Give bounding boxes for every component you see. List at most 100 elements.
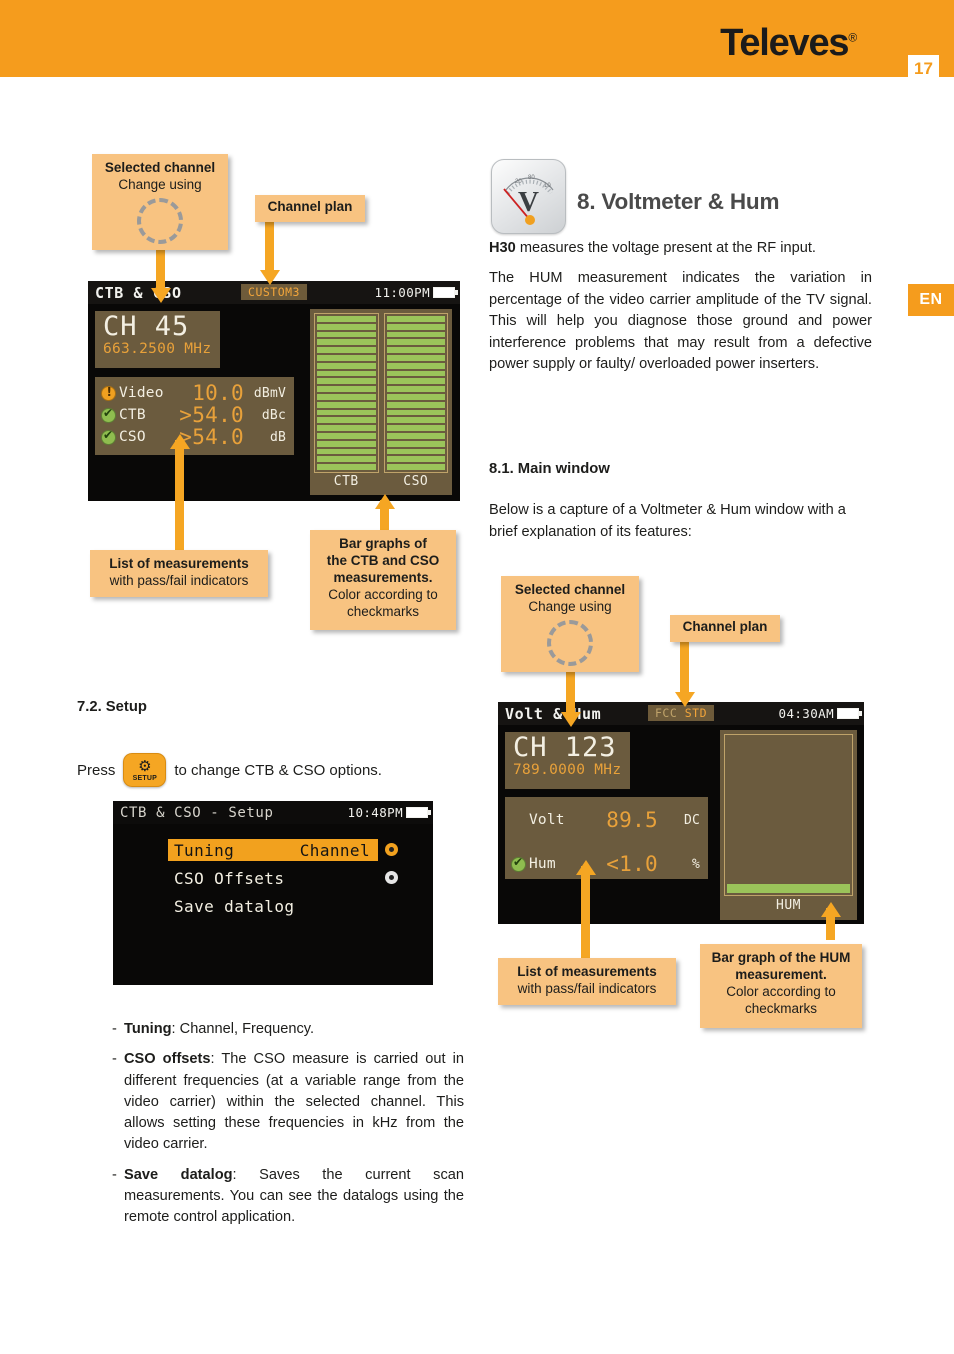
bar-segment <box>317 386 376 393</box>
bar-segment <box>386 323 445 330</box>
callout-channel-plan-left: Channel plan <box>255 195 365 222</box>
list-bullet-dash: - <box>112 1021 117 1037</box>
bar-columns <box>314 313 448 473</box>
bar-segment <box>386 433 445 439</box>
screen-topbar: CTB & CSO - Setup 10:48PM <box>113 801 433 824</box>
setup-key-label: SETUP <box>132 774 158 782</box>
page-title: 8. Voltmeter & Hum <box>577 189 780 214</box>
bar-column-ctb <box>314 313 379 473</box>
bar-segment <box>317 323 376 330</box>
paragraph-main-window: Below is a capture of a Voltmeter & Hum … <box>489 502 846 540</box>
menu-item-label: Tuning <box>174 840 235 860</box>
selected-channel-box[interactable]: CH 123 789.0000 MHz <box>505 732 630 789</box>
bar-segment <box>386 331 445 338</box>
callout-subtitle: with pass/fail indicators <box>109 572 249 588</box>
frequency-label: 663.2500 MHz <box>103 341 212 358</box>
bar-segment <box>386 456 445 463</box>
language-tab-en[interactable]: EN <box>908 284 954 316</box>
paragraph-intro-rest: measures the voltage present at the RF i… <box>515 240 816 256</box>
bar-segment <box>386 355 445 361</box>
callout-arrowhead-bar-right <box>821 902 841 917</box>
bar-label-cso: CSO <box>403 474 429 489</box>
menu-indicator-dot-cso-offsets <box>385 871 398 884</box>
brand-logo: Televes® <box>720 22 857 65</box>
list-bullet-dash: - <box>112 1051 117 1068</box>
callout-bar-graphs-left: Bar graphs of the CTB and CSO measuremen… <box>310 530 456 630</box>
channel-plan-fcc: FCC <box>655 706 678 720</box>
callout-list-of-measurements-left: List of measurements with pass/fail indi… <box>90 550 268 597</box>
hum-bar-fill <box>727 883 850 893</box>
callout-stem-channel-plan-right <box>680 642 689 694</box>
setup-after-text: to change CTB & CSO options. <box>174 761 382 779</box>
callout-subtitle: Change using <box>118 176 202 192</box>
measurement-unit: DC <box>683 812 700 828</box>
callout-selected-channel-right: Selected channel Change using <box>501 576 639 672</box>
callout-bar-graph-right: Bar graph of the HUM measurement. Color … <box>700 944 862 1028</box>
callout-line-5: checkmarks <box>346 603 419 619</box>
brand-logo-text: Televes <box>720 22 849 64</box>
measurement-unit: dB <box>269 429 286 445</box>
measurement-row: Volt 89.5 DC <box>511 805 700 835</box>
channel-plan-badge[interactable]: FCC STD <box>648 705 714 721</box>
battery-icon <box>433 287 458 298</box>
list-item-term: Tuning <box>124 1021 172 1037</box>
bar-segment <box>317 409 376 416</box>
channel-plan-badge[interactable]: CUSTOM3 <box>241 284 307 300</box>
setup-key-icon[interactable]: ⚙ SETUP <box>123 753 167 787</box>
measurement-list: Video 10.0 dBmV CTB >54.0 dBc CSO >54.0 … <box>95 377 294 455</box>
list-item: - CSO offsets: The CSO measure is carrie… <box>112 1049 464 1155</box>
clock: 04:30AM <box>778 706 834 721</box>
bar-segment <box>317 347 376 354</box>
callout-line-2: measurement. <box>735 966 827 982</box>
callout-stem-list-right <box>581 866 590 960</box>
svg-text:80: 80 <box>528 175 535 181</box>
heading-main-window: 8.1. Main window <box>489 461 610 477</box>
bar-label-ctb: CTB <box>333 474 359 489</box>
callout-subtitle: with pass/fail indicators <box>517 980 657 996</box>
callout-line-2: the CTB and CSO <box>326 552 440 568</box>
callout-arrowhead-selected-channel-left <box>151 288 171 303</box>
measurement-value: >54.0 <box>179 403 244 427</box>
warning-icon <box>101 385 116 401</box>
bar-segment <box>317 362 376 369</box>
check-icon <box>511 855 526 872</box>
bar-segment <box>386 401 445 408</box>
menu-item-label: Save datalog <box>174 896 295 916</box>
clock: 10:48PM <box>347 805 403 820</box>
bar-segment <box>386 386 445 393</box>
callout-arrowhead-bars-left <box>375 494 395 509</box>
callout-line-4: checkmarks <box>744 1000 817 1016</box>
callout-line-4: Color according to <box>328 586 438 602</box>
callout-channel-plan-right: Channel plan <box>670 615 780 642</box>
bar-segment <box>386 440 445 447</box>
menu-item-cso-offsets[interactable]: CSO Offsets <box>168 867 378 889</box>
paragraph-intro: H30 measures the voltage present at the … <box>489 238 872 260</box>
device-screen-setup: CTB & CSO - Setup 10:48PM Tuning Channel… <box>113 801 433 985</box>
battery-icon <box>406 807 431 818</box>
hum-bar-frame <box>724 734 853 896</box>
gear-icon: ⚙ <box>138 756 152 775</box>
measurement-list: Volt 89.5 DC Hum <1.0 % <box>505 797 708 879</box>
callout-arrowhead-channel-plan-left <box>260 270 280 285</box>
bar-segment <box>386 464 445 470</box>
callout-arrowhead-list-left <box>170 434 190 449</box>
voltmeter-icon: 20 80 10 V <box>491 159 566 234</box>
bar-segment <box>386 347 445 354</box>
callout-selected-channel-left: Selected channel Change using <box>92 154 228 250</box>
measurement-label: CTB <box>119 407 146 423</box>
svg-text:20: 20 <box>515 179 522 185</box>
bar-segment <box>317 331 376 338</box>
bar-segment <box>386 425 445 432</box>
bar-segment <box>317 339 376 346</box>
menu-item-save-datalog[interactable]: Save datalog <box>168 895 378 917</box>
callout-title: Selected channel <box>104 160 216 175</box>
check-icon <box>101 406 116 423</box>
menu-item-tuning[interactable]: Tuning Channel <box>168 839 378 861</box>
list-item: - Save datalog: Saves the current scan m… <box>112 1165 464 1229</box>
measurement-unit: % <box>691 856 700 872</box>
callout-line-3: Color according to <box>726 983 836 999</box>
bar-segment <box>317 464 376 470</box>
measurement-unit: dBmV <box>253 385 286 401</box>
selected-channel-box[interactable]: CH 45 663.2500 MHz <box>95 311 220 368</box>
channel-plan-std: STD <box>684 706 707 720</box>
